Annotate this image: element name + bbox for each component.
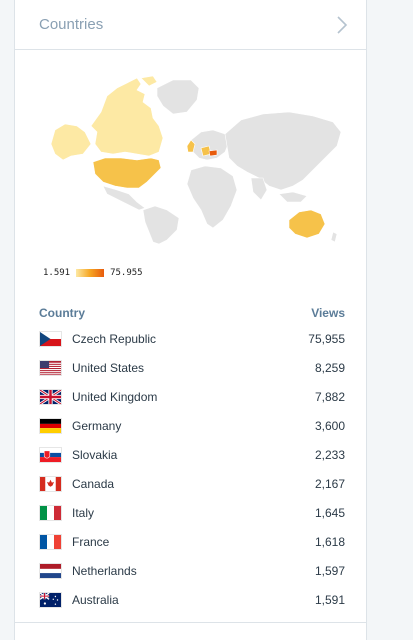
map-indonesia <box>278 191 308 203</box>
nl-flag-icon <box>39 562 62 579</box>
country-name: Germany <box>72 418 122 433</box>
table-row[interactable]: Slovakia 2,233 <box>39 440 345 469</box>
map-greenland <box>156 79 200 115</box>
map-usa <box>92 157 162 189</box>
table-row[interactable]: United States 8,259 <box>39 353 345 382</box>
country-name: Italy <box>72 505 95 520</box>
map-alaska <box>50 123 92 161</box>
panel-divider <box>15 622 366 623</box>
us-flag-icon <box>39 359 62 376</box>
legend-min: 1.591 <box>43 268 71 278</box>
country-name: Netherlands <box>72 563 137 578</box>
countries-panel: Countries 1.591 75.955 Country Views Cze… <box>14 0 367 640</box>
map-arctic <box>140 75 158 87</box>
de-flag-icon <box>39 417 62 434</box>
column-country[interactable]: Country <box>39 306 85 320</box>
sk-flag-icon <box>39 446 62 463</box>
views-value: 1,597 <box>314 563 345 578</box>
cz-flag-icon <box>39 330 62 347</box>
country-name: Slovakia <box>72 447 118 462</box>
table-row[interactable]: Australia 1,591 <box>39 585 345 614</box>
table-row[interactable]: Czech Republic 75,955 <box>39 324 345 353</box>
views-value: 1,591 <box>314 592 345 607</box>
views-value: 7,882 <box>314 389 345 404</box>
table-row[interactable]: France 1,618 <box>39 527 345 556</box>
legend-gradient <box>76 269 105 277</box>
views-value: 1,645 <box>314 505 345 520</box>
table-row[interactable]: Germany 3,600 <box>39 411 345 440</box>
map-south-america <box>142 205 180 244</box>
map-asia <box>224 111 342 191</box>
map-canada <box>90 77 164 157</box>
country-name: Canada <box>72 476 115 491</box>
map-africa <box>186 165 238 229</box>
column-views[interactable]: Views <box>311 306 345 320</box>
map-czech <box>208 149 218 157</box>
it-flag-icon <box>39 504 62 521</box>
table-row[interactable]: Italy 1,645 <box>39 498 345 527</box>
views-value: 1,618 <box>314 534 345 549</box>
views-value: 2,167 <box>314 476 345 491</box>
table-row[interactable]: United Kingdom 7,882 <box>39 382 345 411</box>
table-row[interactable]: Netherlands 1,597 <box>39 556 345 585</box>
countries-header[interactable]: Countries <box>15 0 366 50</box>
ca-flag-icon <box>39 475 62 492</box>
map-new-zealand <box>330 231 338 243</box>
au-flag-icon <box>39 591 62 608</box>
views-value: 8,259 <box>314 360 345 375</box>
views-value: 2,233 <box>314 447 345 462</box>
country-name: France <box>72 534 110 549</box>
table-row[interactable]: Canada 2,167 <box>39 469 345 498</box>
panel-title: Countries <box>39 16 104 33</box>
table-header: Country Views <box>39 302 345 324</box>
country-name: United States <box>72 360 145 375</box>
country-name: United Kingdom <box>72 389 158 404</box>
country-name: Czech Republic <box>72 331 157 346</box>
fr-flag-icon <box>39 533 62 550</box>
views-value: 75,955 <box>308 331 345 346</box>
world-map[interactable] <box>41 74 347 244</box>
legend-max: 75.955 <box>110 268 143 278</box>
chevron-right-icon[interactable] <box>336 15 348 35</box>
map-legend: 1.591 75.955 <box>43 268 143 278</box>
gb-flag-icon <box>39 388 62 405</box>
map-mexico <box>102 185 146 211</box>
views-value: 3,600 <box>314 418 345 433</box>
countries-table: Country Views Czech Republic 75,955 Unit… <box>39 302 345 614</box>
map-australia <box>288 209 326 239</box>
country-name: Australia <box>72 592 119 607</box>
